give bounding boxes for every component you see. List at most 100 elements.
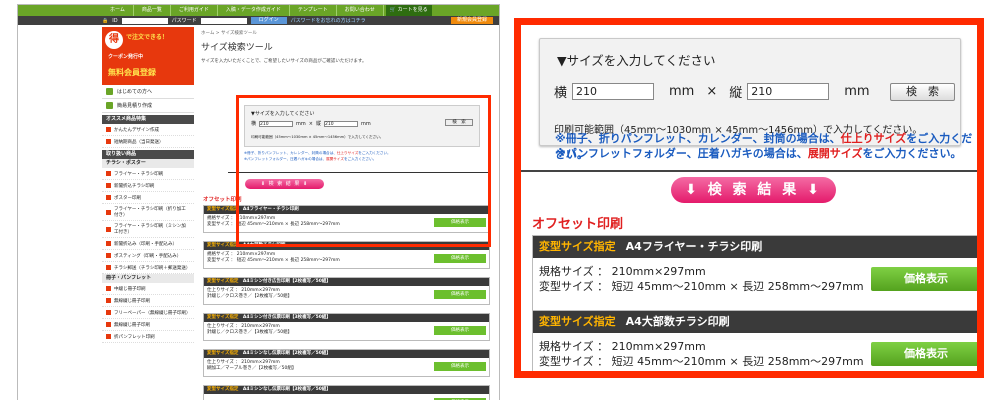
sidebar-item-label: 無線綴じ冊子印刷 [114, 322, 150, 328]
height-input[interactable]: 210 [747, 83, 830, 100]
search-row: 横 210 mm × 縦 210 mm [554, 82, 882, 101]
nav-template[interactable]: テンプレート [290, 5, 337, 16]
cart-label: カートを見る [397, 7, 428, 13]
highlight-frame [236, 95, 491, 247]
sidebar-item-flyer-5[interactable]: 新聞折込み（印刷・手配込み） [102, 238, 194, 250]
height-label: 縦 [729, 86, 743, 101]
promo-banner[interactable]: 得 で注文できる！ クーポン発行中 無料会員登録 [102, 27, 194, 85]
sidebar-item-label: チラシ郵送（チラシ印刷＋郵送発送） [114, 265, 191, 271]
price-button[interactable]: 価格表示 [434, 254, 486, 263]
sidebar-link-label: 簡易見積り作成 [117, 103, 153, 109]
note-folder: ※パンフレットフォルダー、圧着ハガキの場合は、展開サイズをご入力ください。 [555, 145, 961, 161]
lock-icon: 🔒 [102, 17, 109, 24]
cart-button[interactable]: 🛒 カートを見る [385, 5, 432, 16]
sidebar-item-flyer-2[interactable]: ポスター印刷 [102, 192, 194, 204]
nav-contact[interactable]: お問い合わせ [337, 5, 384, 16]
sidebar-item-flyer-0[interactable]: フライヤー・チラシ印刷 [102, 168, 194, 180]
product-name[interactable]: A4ミシン付き伝票印刷【3枚複写／50組】 [243, 315, 331, 320]
password-input[interactable] [200, 17, 247, 24]
top-nav: ホーム 商品一覧 ご利用ガイド 入稿・データ作成ガイド テンプレート お問い合わ… [18, 5, 499, 16]
mini-card-header: 変型サイズ指定 A4ミシン付き伝票印刷【3枚複写／50組】 [204, 314, 489, 322]
sidebar-item-flyer-3[interactable]: フライヤー・チラシ印刷（折り加工付き） [102, 204, 194, 221]
section-offset: オフセット印刷 [532, 217, 624, 232]
times-sign: × [706, 84, 718, 99]
breadcrumb[interactable]: ホーム > サイズ検索ツール [201, 30, 491, 36]
forgot-password-link[interactable]: パスワードをお忘れの方はコチラ [291, 17, 366, 24]
login-button[interactable]: ログイン [250, 17, 287, 24]
nav-home[interactable]: ホーム [102, 5, 134, 16]
sidebar-link-label: はじめての方へ [117, 89, 153, 95]
nav-data-guide[interactable]: 入稿・データ作成ガイド [218, 5, 290, 16]
search-button[interactable]: 検 索 [890, 83, 955, 101]
sidebar-item-design[interactable]: かんたんデザイン作成 [102, 124, 194, 136]
price-button[interactable]: 価格表示 [434, 362, 486, 371]
variable-size-tag: 変型サイズ指定 [539, 315, 616, 328]
square-icon [106, 310, 111, 315]
calculator-icon [106, 102, 113, 109]
note2-red: 展開サイズ [807, 147, 863, 160]
sidebar-item-label: フライヤー・チラシ印刷 [114, 171, 164, 177]
sidebar-item-flyer-4[interactable]: フライヤー・チラシ印刷（ミシン加工付き） [102, 221, 194, 238]
sidebar-item-label: 新聞折込チラシ印刷 [114, 183, 155, 189]
product-name[interactable]: A4大部数チラシ印刷 [626, 311, 730, 333]
sidebar-item-booklet-1[interactable]: 無線綴じ冊子印刷 [102, 295, 194, 307]
mini-card-body: 規格サイズ ： 210mm×297mm 変型サイズ ： 短辺 45mm〜210mm… [204, 250, 489, 268]
nav-guide[interactable]: ご利用ガイド [171, 5, 218, 16]
sidebar-item-flyer-6[interactable]: ポスティング（印刷・手配込み） [102, 250, 194, 262]
mini-result-card: 変型サイズ指定 A4ミシン付き広告印刷【2枚複写／50組】 仕上りサイズ ： 21… [203, 277, 490, 305]
sidebar-item-express[interactable]: 短納期商品（当日発送） [102, 136, 194, 148]
beginner-icon [106, 88, 113, 95]
sidebar-item-label: 短納期商品（当日発送） [114, 139, 164, 145]
sidebar-item-booklet-3[interactable]: 無線綴じ冊子印刷 [102, 319, 194, 331]
product-name[interactable]: A4ミシン付き広告印刷【2枚複写／50組】 [243, 279, 331, 284]
sidebar-heading-recommend: オススメ商品特集 [102, 115, 194, 124]
mini-result-card: 変型サイズ指定 A4ミシンなし伝票印刷【2枚複写／50組】 仕上りサイズ ： 21… [203, 349, 490, 377]
sidebar-item-booklet-4[interactable]: 折パンフレット印刷 [102, 331, 194, 343]
promo-line3: 無料会員登録 [108, 68, 156, 77]
variable-size-tag: 変型サイズ指定 [207, 243, 239, 248]
cart-icon: 🛒 [389, 7, 397, 13]
note1-red: 仕上りサイズ [840, 132, 907, 145]
variable-size-tag: 変型サイズ指定 [207, 387, 239, 392]
variable-size-tag: 変型サイズ指定 [539, 240, 616, 253]
results-button[interactable]: ⬇ 検 索 結 果 ⬇ [671, 177, 836, 203]
square-icon [106, 265, 111, 270]
price-button[interactable]: 価格表示 [434, 326, 486, 335]
price-button[interactable]: 価格表示 [871, 267, 977, 291]
product-name[interactable]: A4フライヤー・チラシ印刷 [626, 236, 763, 258]
sidebar-subheading-flyer: チラシ・ポスター [102, 159, 194, 168]
sidebar-item-booklet-0[interactable]: 中綴じ冊子印刷 [102, 283, 194, 295]
square-icon [106, 322, 111, 327]
sidebar-link-quote[interactable]: 簡易見積り作成 [102, 99, 194, 113]
arrow-down-icon: ⬇ [685, 182, 700, 198]
height-unit: mm [844, 84, 870, 99]
square-icon [106, 253, 111, 258]
mini-card-body: 価格表示 [204, 394, 489, 400]
width-input[interactable]: 210 [572, 83, 655, 100]
id-input[interactable] [121, 17, 168, 24]
sidebar-link-beginner[interactable]: はじめての方へ [102, 85, 194, 99]
page-title: サイズ検索ツール [201, 43, 273, 53]
variable-size-tag: 変型サイズ指定 [207, 207, 239, 212]
width-label: 横 [554, 86, 568, 101]
sidebar-item-flyer-7[interactable]: チラシ郵送（チラシ印刷＋郵送発送） [102, 262, 194, 274]
result-card-header: 変型サイズ指定 A4フライヤー・チラシ印刷 [533, 236, 977, 258]
product-name[interactable]: A4ミシンなし伝票印刷【3枚複写／50組】 [243, 387, 331, 392]
variable-size-tag: 変型サイズ指定 [207, 315, 239, 320]
price-button[interactable]: 価格表示 [871, 342, 977, 366]
product-name[interactable]: A4ミシンなし伝票印刷【2枚複写／50組】 [243, 351, 331, 356]
result-card: 変型サイズ指定 A4大部数チラシ印刷 規格サイズ ： 210mm×297mm 変型… [532, 310, 977, 371]
result-card-body: 規格サイズ ： 210mm×297mm 変型サイズ ： 短辺 45mm〜210m… [533, 258, 977, 310]
sidebar: 得 で注文できる！ クーポン発行中 無料会員登録 はじめての方へ 簡易見積り作成… [102, 27, 194, 400]
price-button[interactable]: 価格表示 [434, 290, 486, 299]
sidebar-item-booklet-2[interactable]: フリーペーパー（無線綴じ冊子印刷） [102, 307, 194, 319]
nav-products[interactable]: 商品一覧 [134, 5, 171, 16]
sidebar-item-label: フリーペーパー（無線綴じ冊子印刷） [114, 310, 191, 316]
variable-size-tag: 変型サイズ指定 [207, 279, 239, 284]
sidebar-heading-products: 取り扱い商品 [102, 150, 194, 159]
sidebar-item-flyer-1[interactable]: 新聞折込チラシ印刷 [102, 180, 194, 192]
square-icon [106, 241, 111, 246]
note1-prefix: ※冊子、折りパンフレット、カレンダー、封筒の場合は、 [555, 132, 841, 145]
login-bar: 🔒 ID パスワード ログイン パスワードをお忘れの方はコチラ 新規会員登録 [18, 16, 499, 25]
register-button[interactable]: 新規会員登録 [450, 17, 493, 24]
